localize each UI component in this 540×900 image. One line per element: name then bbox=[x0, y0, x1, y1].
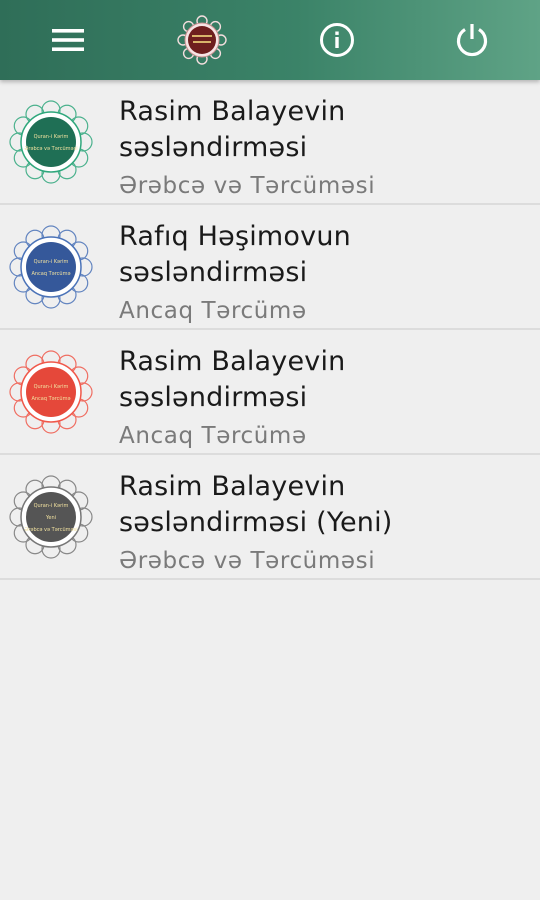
recitation-badge-icon: Quran-i Kərim Ərəbcə və Tərcüməsi bbox=[9, 100, 93, 184]
list-item[interactable]: Quran-i Kərim Ancaq Tərcümə Rasim Balayev… bbox=[0, 330, 540, 455]
list-item-subtitle: Ancaq Tərcümə bbox=[119, 298, 307, 324]
badge-label: Quran-i Kərim bbox=[34, 259, 69, 265]
title-line-2: səsləndirməsi bbox=[119, 257, 308, 288]
title-line-1: Rasim Balayevin bbox=[119, 96, 346, 127]
title-line-2: səsləndirməsi bbox=[119, 132, 308, 163]
title-line-2: səsləndirməsi (Yeni) bbox=[119, 507, 393, 538]
badge-label: Ancaq Tərcümə bbox=[31, 396, 70, 402]
badge-label: Quran-i Kərim bbox=[34, 134, 69, 140]
list-item-subtitle: Ərəbcə və Tərcüməsi bbox=[119, 548, 376, 574]
title-line-1: Rasim Balayevin bbox=[119, 471, 346, 502]
power-button[interactable] bbox=[442, 10, 502, 70]
title-line-2: səsləndirməsi bbox=[119, 382, 308, 413]
list-item-title: Rafıq Həşimovun səsləndirməsi bbox=[119, 219, 519, 291]
badge-label: Yeni bbox=[45, 515, 56, 521]
badge-label: Quran-i Kərim bbox=[34, 503, 69, 509]
info-button[interactable] bbox=[307, 10, 367, 70]
quran-logo-icon bbox=[177, 15, 227, 65]
power-icon bbox=[456, 24, 488, 57]
list-item[interactable]: Quran-i Kərim Ərəbcə və Tərcüməsi Rasim B… bbox=[0, 80, 540, 205]
badge-label: Ərəbcə və Tərcüməsi bbox=[24, 146, 77, 152]
list-item-subtitle: Ərəbcə və Tərcüməsi bbox=[119, 173, 376, 199]
list-item-title: Rasim Balayevin səsləndirməsi (Yeni) bbox=[119, 469, 519, 541]
recitation-badge-icon: Quran-i Kərim Ancaq Tərcümə bbox=[9, 225, 93, 309]
title-line-1: Rasim Balayevin bbox=[119, 346, 346, 377]
list-item-title: Rasim Balayevin səsləndirməsi bbox=[119, 344, 519, 416]
badge-label: Ərəbcə və Tərcüməsi bbox=[24, 527, 77, 533]
list-item[interactable]: Quran-i Kərim Yeni Ərəbcə və Tərcüməsi Ras… bbox=[0, 455, 540, 580]
badge-label: Ancaq Tərcümə bbox=[31, 271, 70, 277]
recitation-badge-icon: Quran-i Kərim Ancaq Tərcümə bbox=[9, 350, 93, 434]
list-item-title: Rasim Balayevin səsləndirməsi bbox=[119, 94, 519, 166]
app-bar bbox=[0, 0, 540, 80]
menu-button[interactable] bbox=[38, 10, 98, 70]
list-item-subtitle: Ancaq Tərcümə bbox=[119, 423, 307, 449]
info-icon bbox=[320, 23, 354, 57]
badge-label: Quran-i Kərim bbox=[34, 384, 69, 390]
recitation-badge-icon: Quran-i Kərim Yeni Ərəbcə və Tərcüməsi bbox=[9, 475, 93, 559]
list-item[interactable]: Quran-i Kərim Ancaq Tərcümə Rafıq Həşimov… bbox=[0, 205, 540, 330]
logo-button[interactable] bbox=[172, 10, 232, 70]
recitation-list: Quran-i Kərim Ərəbcə və Tərcüməsi Rasim B… bbox=[0, 80, 540, 580]
hamburger-menu-icon bbox=[52, 29, 84, 51]
title-line-1: Rafıq Həşimovun bbox=[119, 221, 351, 252]
